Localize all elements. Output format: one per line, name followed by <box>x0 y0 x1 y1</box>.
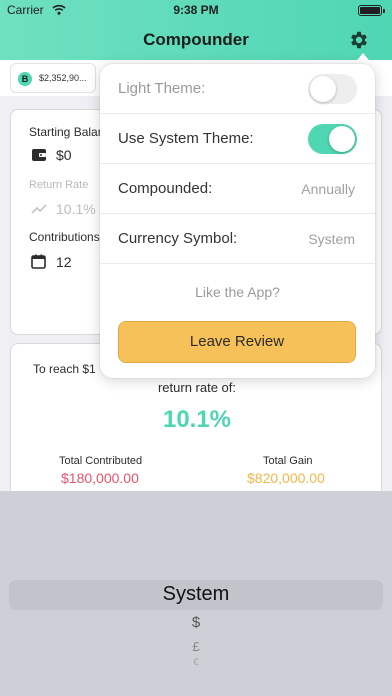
scenario-chip-label: $2,352,90... <box>39 73 87 83</box>
total-gain-label: Total Gain <box>263 455 313 467</box>
compounded-label: Compounded: <box>118 180 213 197</box>
goal-text: To reach $1 <box>33 362 96 376</box>
settings-popover: Light Theme: Use System Theme: Compounde… <box>100 64 375 378</box>
status-bar: Carrier 9:38 PM <box>0 3 392 19</box>
total-contributed-label: Total Contributed <box>59 455 143 467</box>
required-rate-label: return rate of: <box>157 380 237 395</box>
picker-option[interactable]: $ <box>0 614 392 631</box>
starting-balance-label: Starting Balan <box>29 125 105 139</box>
scenario-badge: B <box>18 72 32 86</box>
calendar-icon <box>31 254 46 269</box>
clock-label: 9:38 PM <box>173 3 219 17</box>
wallet-icon <box>32 149 46 161</box>
picker-option[interactable]: € <box>0 657 392 666</box>
picker-option-selected[interactable]: System <box>0 583 392 606</box>
currency-picker[interactable]: System $ £ € <box>0 491 392 696</box>
compounded-value[interactable]: Annually <box>301 181 355 197</box>
leave-review-button[interactable]: Leave Review <box>118 321 356 363</box>
total-contributed-value: $180,000.00 <box>61 470 139 486</box>
light-theme-label: Light Theme: <box>118 80 206 97</box>
currency-symbol-value[interactable]: System <box>308 231 355 247</box>
picker-option[interactable]: £ <box>0 639 392 654</box>
navigation-bar: Carrier 9:38 PM Compounder <box>0 0 392 60</box>
currency-symbol-label: Currency Symbol: <box>118 230 238 247</box>
system-theme-toggle[interactable] <box>308 124 357 154</box>
trend-icon <box>31 204 47 214</box>
gear-icon[interactable] <box>348 29 370 51</box>
required-rate-value: 10.1% <box>162 406 232 433</box>
total-gain-value: $820,000.00 <box>247 470 325 486</box>
currency-symbol-row[interactable]: Currency Symbol: System <box>100 214 375 264</box>
light-theme-toggle[interactable] <box>308 74 357 104</box>
return-rate-label: Return Rate <box>29 179 89 191</box>
page-title: Compounder <box>143 30 249 49</box>
like-app-text: Like the App? <box>195 284 280 300</box>
light-theme-row: Light Theme: <box>100 64 375 114</box>
compounded-row[interactable]: Compounded: Annually <box>100 164 375 214</box>
return-rate-value[interactable]: 10.1% <box>56 201 96 217</box>
system-theme-label: Use System Theme: <box>118 130 254 147</box>
contributions-label: Contributions <box>29 230 100 244</box>
system-theme-row: Use System Theme: <box>100 114 375 164</box>
starting-balance-value[interactable]: $0 <box>56 147 72 163</box>
scenario-chip[interactable]: B $2,352,90... <box>10 63 96 93</box>
toggle-knob <box>329 126 355 152</box>
contributions-value[interactable]: 12 <box>56 254 72 270</box>
battery-icon <box>358 5 385 16</box>
toggle-knob <box>310 76 336 102</box>
